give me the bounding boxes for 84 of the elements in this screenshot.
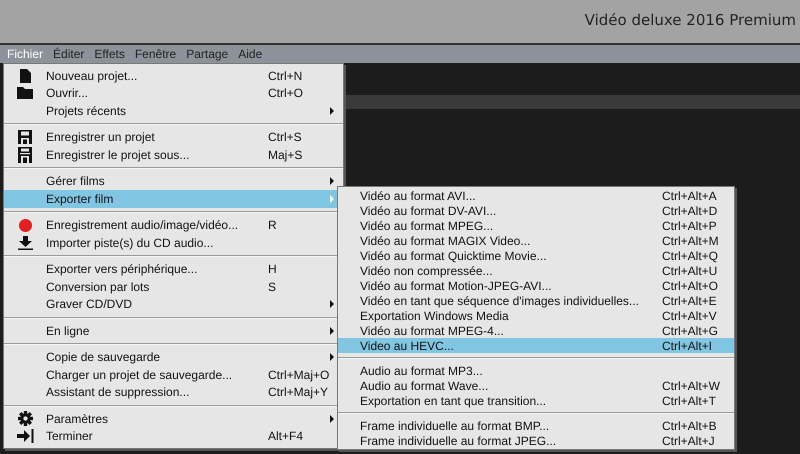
menu-item[interactable]: Gérer films [4,172,343,190]
menu-item-label: Vidéo au format AVI... [360,188,476,202]
menu-item-label: Enregistrer le projet sous... [46,148,190,162]
shortcut-label: Ctrl+Alt+A [662,188,717,202]
menu-item-label: Exporter film [46,192,114,206]
shortcut-label: Ctrl+Alt+O [662,278,718,292]
window-title: Vidéo deluxe 2016 Premium [584,10,796,28]
menu-item-label: Vidéo non compressée... [360,264,493,278]
document-icon [20,68,30,83]
menu-item[interactable]: Audio au format Wave... Ctrl+Alt+W [338,378,734,393]
menu-item-label: Vidéo au format Quicktime Movie... [360,248,547,262]
menu-item-label: Vidéo au format Motion-JPEG-AVI... [360,278,552,292]
menu-item-label: Vidéo au format MPEG-4... [360,324,504,338]
menu-item-label: Frame individuelle au format JPEG... [360,434,556,448]
menu-item[interactable]: Projets récents [4,102,343,120]
shortcut-label: Ctrl+Alt+M [662,234,719,248]
shortcut-label: Ctrl+Maj+O [268,368,330,382]
menu-item-label: Vidéo en tant que séquence d'images individuelles... [360,294,639,308]
shortcut-label: Ctrl+Alt+W [662,378,720,392]
shortcut-label: Ctrl+Alt+V [662,308,717,322]
menu-item-label: Vidéo au format DV-AVI... [360,204,496,218]
menu-item[interactable]: Exportation en tant que transition... Ctrl+Alt+T [338,393,734,408]
menu-item[interactable]: Enregistrer le projet sous... Maj+S [4,146,343,164]
shortcut-label: Alt+F4 [268,429,304,444]
menu-item[interactable]: Vidéo non compressée... Ctrl+Alt+U [338,263,734,278]
shortcut-label: Ctrl+Alt+G [662,324,718,338]
shortcut-label: Ctrl+N [268,68,302,83]
menu-item-label: Audio au format Wave... [360,378,488,392]
menu-item-label: Frame individuelle au format BMP... [360,418,550,432]
shortcut-label: Ctrl+Alt+I [662,338,712,352]
menu-item-label: Audio au format MP3... [360,364,483,378]
shortcut-label: Maj+S [268,148,302,162]
shortcut-label: Ctrl+Alt+E [662,294,717,308]
menu-item-label: Projets récents [46,104,126,118]
menu-item-label: Conversion par lots [46,280,150,294]
shortcut-label: Ctrl+Alt+Q [662,248,718,262]
menu-item-label: En ligne [46,324,90,338]
shortcut-label: Ctrl+Alt+B [662,418,717,432]
menu-item[interactable]: Audio au format MP3... [338,363,734,378]
menu-item[interactable]: Video au HEVC... Ctrl+Alt+I [338,338,734,353]
menu-item-label: Assistant de suppression... [46,385,190,400]
menu-item[interactable]: Nouveau projet... Ctrl+N [4,67,343,84]
menu-item-label: Enregistrement audio/image/vidéo... [46,218,238,232]
menu-item-label: Graver CD/DVD [46,297,132,312]
shortcut-label: R [268,218,277,232]
record-icon [18,218,32,232]
shortcut-label: Ctrl+Alt+P [662,218,717,232]
menu-item-label: Nouveau projet... [46,68,138,83]
menu-item-label: Charger un projet de sauvegarde... [46,368,232,382]
menu-item-label: Vidéo au format MPEG... [360,218,494,232]
shortcut-label: Ctrl+S [268,130,302,144]
shortcut-label: S [268,280,276,294]
folder-icon [17,87,33,100]
shortcut-label: Ctrl+Alt+U [662,264,718,278]
menu-bar-item[interactable]: Aide [233,45,268,63]
menu-bar-item[interactable]: Fenêtre [130,45,182,63]
menu-item-label: Terminer [46,429,93,444]
menu-item-label: Gérer films [46,174,105,188]
download-icon [18,236,32,250]
menu-bar-item[interactable]: Effets [89,45,130,63]
menu-item[interactable]: Vidéo au format Motion-JPEG-AVI... Ctrl+Alt+O [338,278,734,293]
menu-item-label: Vidéo au format MAGIX Video... [360,234,530,248]
menu-item-label: Exporter vers périphérique... [46,262,198,276]
shortcut-label: Ctrl+Maj+Y [268,385,328,400]
shortcut-label: Ctrl+Alt+D [662,204,718,218]
menu-item-label: Exportation en tant que transition... [360,394,546,408]
menu-item-label: Enregistrer un projet [46,130,155,144]
shortcut-label: H [268,262,277,276]
shortcut-label: Ctrl+O [268,86,304,100]
menu-item-label: Exportation Windows Media [360,308,509,322]
shortcut-label: Ctrl+Alt+T [662,394,716,408]
shortcut-label: Ctrl+Alt+J [662,434,715,448]
floppy-disks-icon [18,146,32,163]
menu-bar-item[interactable]: Éditer [48,45,90,63]
exit-icon [16,429,34,444]
menu-item-label: Ouvrir... [46,86,88,100]
menu-item-label: Importer piste(s) du CD audio... [46,236,214,250]
menu-item[interactable]: Enregistrer un projet Ctrl+S [4,128,343,146]
settings-icon [18,411,32,426]
menu-item[interactable]: Ouvrir... Ctrl+O [4,84,343,102]
menu-item-label: Video au HEVC... [360,338,454,352]
menu-bar-item[interactable]: Partage [181,45,234,63]
menu-item-label: Copie de sauvegarde [46,350,160,364]
menu-item-label: Paramètres [46,412,108,426]
